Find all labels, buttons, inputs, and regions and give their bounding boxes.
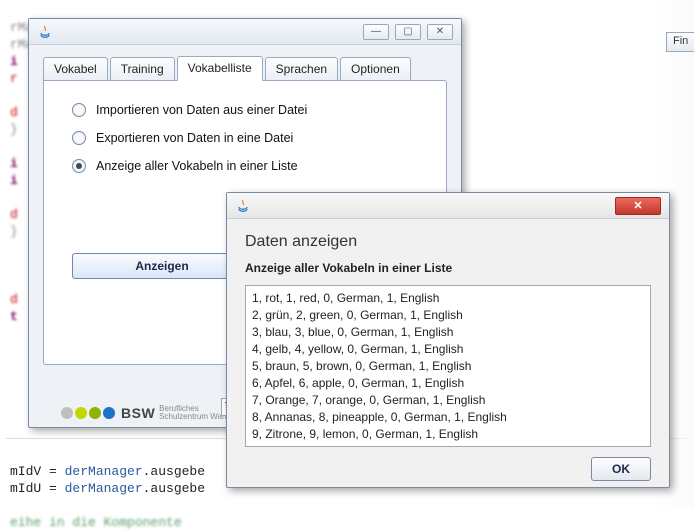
java-icon	[37, 24, 53, 40]
maximize-button[interactable]: ▢	[395, 24, 421, 40]
minimize-button[interactable]: —	[363, 24, 389, 40]
bsw-logo: BSW Berufliches Schulzentrum Wangen	[47, 405, 240, 421]
anzeigen-button[interactable]: Anzeigen	[72, 253, 252, 279]
titlebar[interactable]: ✕	[227, 193, 669, 219]
list-item[interactable]: 7, Orange, 7, orange, 0, German, 1, Engl…	[252, 392, 644, 409]
vocab-list[interactable]: 1, rot, 1, red, 0, German, 1, English2, …	[245, 285, 651, 447]
close-button[interactable]: ✕	[427, 24, 453, 40]
list-item[interactable]: 2, grün, 2, green, 0, German, 1, English	[252, 307, 644, 324]
tab-vokabel[interactable]: Vokabel	[43, 57, 108, 81]
logo-dot	[47, 407, 59, 419]
tab-sprachen[interactable]: Sprachen	[265, 57, 338, 81]
tab-vokabelliste[interactable]: Vokabelliste	[177, 56, 263, 81]
find-button-cropped[interactable]: Fin	[666, 32, 694, 52]
tab-row: Vokabel Training Vokabelliste Sprachen O…	[29, 45, 461, 80]
code-editor-bottom: mIdV = derManager.ausgebe mIdU = derMana…	[10, 446, 205, 531]
dialog-subtitle: Anzeige aller Vokabeln in einer Liste	[245, 261, 651, 275]
list-item[interactable]: 4, gelb, 4, yellow, 0, German, 1, Englis…	[252, 341, 644, 358]
logo-dot	[61, 407, 73, 419]
list-item[interactable]: 3, blau, 3, blue, 0, German, 1, English	[252, 324, 644, 341]
logo-dot	[103, 407, 115, 419]
list-item[interactable]: 5, braun, 5, brown, 0, German, 1, Englis…	[252, 358, 644, 375]
java-icon	[235, 198, 251, 214]
dialog-title: Daten anzeigen	[245, 233, 651, 251]
radio-label: Anzeige aller Vokabeln in einer Liste	[96, 159, 298, 173]
radio-icon	[72, 103, 86, 117]
radio-import[interactable]: Importieren von Daten aus einer Datei	[72, 103, 426, 117]
close-button[interactable]: ✕	[615, 197, 661, 215]
titlebar[interactable]: — ▢ ✕	[29, 19, 461, 45]
tab-optionen[interactable]: Optionen	[340, 57, 411, 81]
list-item[interactable]: 9, Zitrone, 9, lemon, 0, German, 1, Engl…	[252, 426, 644, 443]
tab-training[interactable]: Training	[110, 57, 175, 81]
window-controls: ✕	[615, 197, 665, 215]
radio-label: Importieren von Daten aus einer Datei	[96, 103, 307, 117]
radio-icon	[72, 131, 86, 145]
list-item[interactable]: 1, rot, 1, red, 0, German, 1, English	[252, 290, 644, 307]
ok-button[interactable]: OK	[591, 457, 651, 481]
radio-label: Exportieren von Daten in eine Datei	[96, 131, 293, 145]
logo-dot	[75, 407, 87, 419]
logo-dot	[89, 407, 101, 419]
radio-icon	[72, 159, 86, 173]
radio-show-list[interactable]: Anzeige aller Vokabeln in einer Liste	[72, 159, 426, 173]
list-item[interactable]: 6, Apfel, 6, apple, 0, German, 1, Englis…	[252, 375, 644, 392]
logo-text-big: BSW	[121, 408, 155, 418]
window-controls: — ▢ ✕	[363, 24, 457, 40]
radio-export[interactable]: Exportieren von Daten in eine Datei	[72, 131, 426, 145]
list-item[interactable]: 8, Annanas, 8, pineapple, 0, German, 1, …	[252, 409, 644, 426]
daten-anzeigen-dialog: ✕ Daten anzeigen Anzeige aller Vokabeln …	[226, 192, 670, 488]
